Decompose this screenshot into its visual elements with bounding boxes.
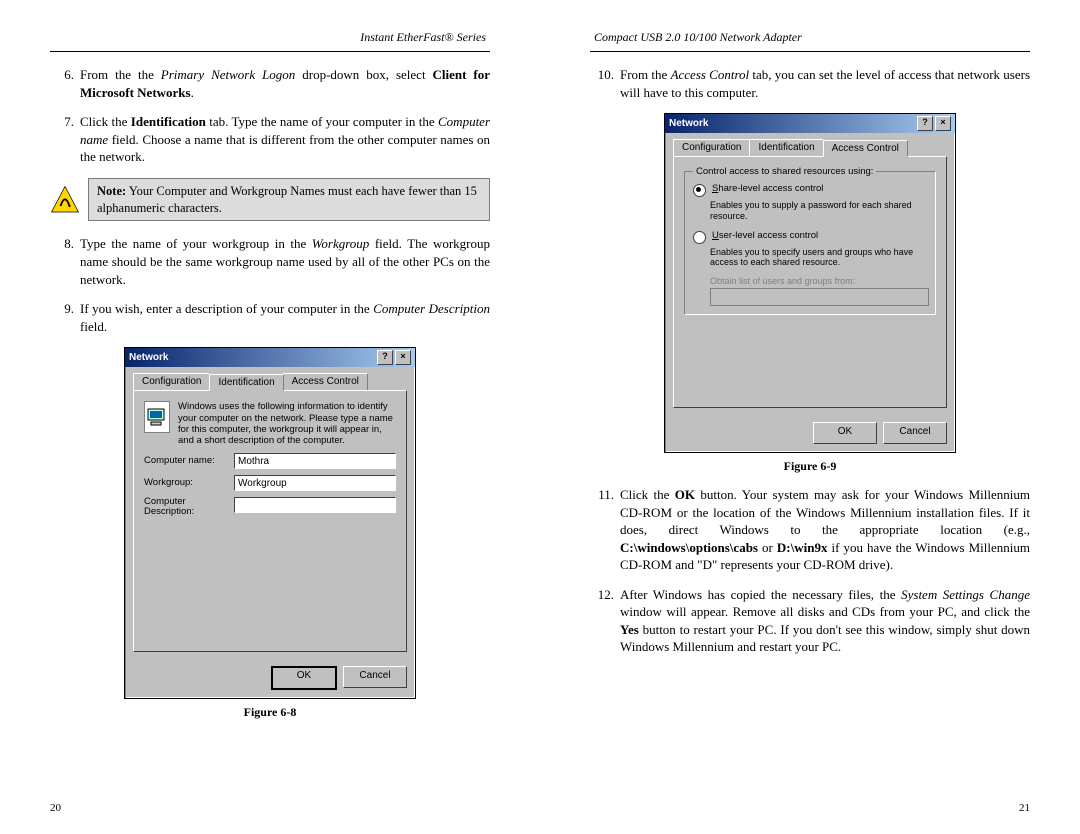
tab-access-control[interactable]: Access Control — [283, 373, 368, 390]
fieldset-label: Control access to shared resources using… — [693, 166, 876, 177]
ok-button[interactable]: OK — [813, 422, 877, 444]
item-7: 7. Click the Identification tab. Type th… — [50, 113, 490, 166]
obtain-list-label: Obtain list of users and groups from: — [710, 276, 927, 286]
workgroup-field[interactable]: Workgroup — [234, 475, 396, 491]
instruction-list-left-2: 8. Type the name of your workgroup in th… — [50, 235, 490, 335]
computer-description-field[interactable] — [234, 497, 396, 513]
tab-identification[interactable]: Identification — [209, 374, 283, 391]
help-button[interactable]: ? — [917, 116, 933, 131]
computer-name-field[interactable]: Mothra — [234, 453, 396, 469]
dialog-titlebar: Network ? × — [125, 348, 415, 367]
instruction-list-right-2: 11. Click the OK button. Your system may… — [590, 486, 1030, 656]
network-dialog-identification: Network ? × Configuration Identification… — [124, 347, 416, 699]
help-button[interactable]: ? — [377, 350, 393, 365]
dialog-title: Network — [669, 118, 708, 129]
header-left: Instant EtherFast® Series — [50, 30, 490, 45]
radio-icon — [693, 231, 706, 244]
dialog-title: Network — [129, 352, 168, 363]
item-6: 6. From the the Primary Network Logon dr… — [50, 66, 490, 101]
right-page: Compact USB 2.0 10/100 Network Adapter 1… — [540, 0, 1080, 834]
left-page: Instant EtherFast® Series 6. From the th… — [0, 0, 540, 834]
tab-content: Windows uses the following information t… — [133, 390, 407, 652]
page-number-right: 21 — [1019, 802, 1030, 814]
computer-name-label: Computer name: — [144, 455, 234, 466]
tab-access-control[interactable]: Access Control — [823, 140, 908, 157]
note-text: Note: Your Computer and Workgroup Names … — [88, 178, 490, 222]
dialog-titlebar: Network ? × — [665, 114, 955, 133]
tab-content: Control access to shared resources using… — [673, 156, 947, 408]
workgroup-label: Workgroup: — [144, 477, 234, 488]
share-level-desc: Enables you to supply a password for eac… — [710, 200, 927, 222]
network-dialog-access-control: Network ? × Configuration Identification… — [664, 113, 956, 453]
close-button[interactable]: × — [395, 350, 411, 365]
instruction-list-right: 10. From the Access Control tab, you can… — [590, 66, 1030, 101]
user-level-option[interactable]: User-level access control — [693, 230, 927, 244]
close-button[interactable]: × — [935, 116, 951, 131]
access-fieldset: Control access to shared resources using… — [684, 171, 936, 315]
figure-6-9: Network ? × Configuration Identification… — [590, 113, 1030, 474]
tab-configuration[interactable]: Configuration — [673, 139, 750, 156]
dialog-description: Windows uses the following information t… — [178, 401, 396, 447]
share-level-option[interactable]: SShare-level access controlhare-level ac… — [693, 183, 927, 197]
computer-icon — [144, 401, 170, 433]
tab-configuration[interactable]: Configuration — [133, 373, 210, 390]
computer-description-label: Computer Description: — [144, 497, 234, 518]
item-8: 8. Type the name of your workgroup in th… — [50, 235, 490, 288]
tab-strip: Configuration Identification Access Cont… — [673, 139, 947, 156]
divider — [590, 51, 1030, 52]
cancel-button[interactable]: Cancel — [883, 422, 947, 444]
figure-caption-6-8: Figure 6-8 — [50, 705, 490, 720]
instruction-list-left: 6. From the the Primary Network Logon dr… — [50, 66, 490, 166]
item-9: 9. If you wish, enter a description of y… — [50, 300, 490, 335]
item-10: 10. From the Access Control tab, you can… — [590, 66, 1030, 101]
item-12: 12. After Windows has copied the necessa… — [590, 586, 1030, 656]
obtain-list-field — [710, 288, 929, 306]
radio-icon — [693, 184, 706, 197]
tab-strip: Configuration Identification Access Cont… — [133, 373, 407, 390]
figure-caption-6-9: Figure 6-9 — [590, 459, 1030, 474]
page-number-left: 20 — [50, 802, 61, 814]
divider — [50, 51, 490, 52]
ok-button[interactable]: OK — [271, 666, 337, 690]
item-11: 11. Click the OK button. Your system may… — [590, 486, 1030, 574]
cancel-button[interactable]: Cancel — [343, 666, 407, 688]
warning-icon — [50, 185, 80, 215]
user-level-desc: Enables you to specify users and groups … — [710, 247, 927, 269]
tab-identification[interactable]: Identification — [749, 139, 823, 156]
header-right: Compact USB 2.0 10/100 Network Adapter — [590, 30, 1030, 45]
note-box: Note: Your Computer and Workgroup Names … — [50, 178, 490, 222]
figure-6-8: Network ? × Configuration Identification… — [50, 347, 490, 720]
